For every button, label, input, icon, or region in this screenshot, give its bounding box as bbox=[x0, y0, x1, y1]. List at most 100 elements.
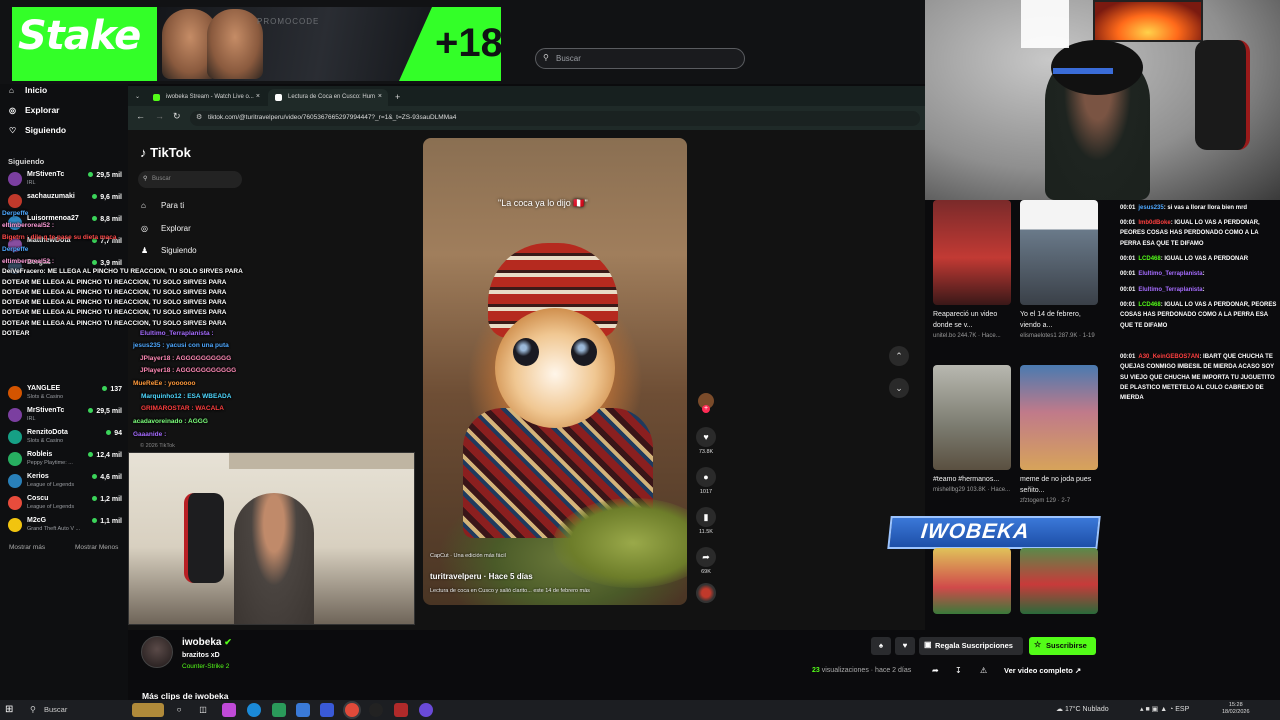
taskbar-weather[interactable]: ☁ 17°C Nublado bbox=[1056, 705, 1109, 713]
nav-explorar[interactable]: ◎ Explorar bbox=[9, 105, 60, 115]
tab-list-chevron-icon[interactable]: ⌄ bbox=[132, 89, 144, 106]
reload-icon[interactable]: ↻ bbox=[173, 111, 181, 122]
taskbar-edge-icon[interactable] bbox=[247, 703, 261, 717]
taskbar-discord-icon[interactable] bbox=[419, 703, 433, 717]
channel-avatar bbox=[8, 408, 22, 422]
chat-username[interactable]: A30_KeinGEBOS7AN bbox=[1138, 354, 1199, 360]
tiktok-search-placeholder: Buscar bbox=[152, 176, 171, 182]
close-tab-icon[interactable]: × bbox=[378, 93, 382, 100]
full-video-link[interactable]: Ver video completo ↗ bbox=[1004, 666, 1081, 675]
comment-action[interactable]: ● 1017 bbox=[695, 467, 717, 495]
taskbar-chrome-icon[interactable] bbox=[345, 703, 359, 717]
taskbar-task-view-icon[interactable]: ◫ bbox=[196, 703, 210, 717]
notification-bell-icon[interactable]: ♠ bbox=[871, 637, 891, 655]
taskbar-widget-image[interactable] bbox=[132, 703, 164, 717]
chat-username[interactable]: LCD468 bbox=[1138, 256, 1160, 262]
channel-avatar bbox=[8, 172, 22, 186]
chat-username[interactable]: LCD468 bbox=[1138, 302, 1160, 308]
sound-disc[interactable] bbox=[695, 583, 717, 603]
gift-subscriptions-button[interactable]: ▣ Regala Suscripciones bbox=[919, 637, 1023, 655]
related-thumbnail bbox=[1020, 200, 1098, 305]
forward-arrow-icon[interactable]: → bbox=[155, 111, 164, 121]
like-action[interactable]: ♥ 73.8K bbox=[695, 427, 717, 455]
taskbar-clock[interactable]: 15:28 18/02/2026 bbox=[1222, 702, 1250, 716]
heart-icon: ♡ bbox=[9, 126, 17, 135]
tiktok-logo[interactable]: ♪ TikTok bbox=[140, 145, 191, 160]
chat-username[interactable]: jesus235 bbox=[1138, 205, 1163, 211]
share-action[interactable]: ➦ 69K bbox=[695, 547, 717, 575]
close-tab-icon[interactable]: × bbox=[256, 93, 260, 100]
following-channel[interactable]: sachauzumaki 9,6 mil bbox=[8, 192, 122, 212]
streamer-avatar[interactable] bbox=[141, 636, 173, 668]
share-icon[interactable]: ➦ bbox=[932, 666, 939, 675]
channel-viewers: 1,2 mil bbox=[92, 496, 122, 503]
overlay-chat-message: Derpeffe bbox=[2, 246, 29, 253]
related-video-card[interactable]: meme de no joda pues señito... zfztogem … bbox=[1020, 365, 1098, 504]
chat-username[interactable]: Elultimo_Terraplanista bbox=[1138, 271, 1202, 277]
taskbar-search[interactable]: ⚲ Buscar bbox=[22, 702, 130, 718]
author-avatar-follow[interactable]: + bbox=[695, 393, 717, 413]
system-tray[interactable]: ▴ ■ ▣ ▲ ◔ ESP bbox=[1140, 705, 1189, 713]
taskbar-app-icon[interactable] bbox=[320, 703, 334, 717]
related-video-card[interactable]: #teamo #hermanos... mishellbg29 103.8K ·… bbox=[933, 365, 1011, 493]
following-channel[interactable]: Kerios League of Legends 4,6 mil bbox=[8, 472, 122, 492]
taskbar-app-icon[interactable] bbox=[222, 703, 236, 717]
report-warning-icon[interactable]: ⚠ bbox=[980, 666, 987, 675]
tab-kick[interactable]: iwobeka Stream - Watch Live o... × bbox=[146, 89, 266, 106]
subscribe-button[interactable]: ☆ Suscribirse bbox=[1029, 637, 1096, 655]
stake-ad-banner[interactable]: Stake PROMOCODE +18 bbox=[12, 7, 501, 81]
following-channel[interactable]: Coscu League of Legends 1,2 mil bbox=[8, 494, 122, 514]
search-input[interactable]: ⚲ Buscar bbox=[535, 48, 745, 69]
nav-label: Siguiendo bbox=[25, 125, 67, 135]
taskbar-store-icon[interactable] bbox=[296, 703, 310, 717]
following-channel[interactable]: M2cG Grand Theft Auto V ... 1,1 mil bbox=[8, 516, 122, 536]
related-video-card[interactable]: Reapareció un video donde se v... unitel… bbox=[933, 200, 1011, 339]
tab-tiktok[interactable]: Lectura de Coca en Cusco: Hum × bbox=[268, 89, 388, 106]
overlay-chat-message: JPlayer18 : AGGGGGGGGGGG bbox=[140, 367, 237, 374]
stream-category[interactable]: Counter-Strike 2 bbox=[182, 663, 229, 670]
star-icon: ☆ bbox=[1034, 640, 1042, 649]
chat-username[interactable]: Elultimo_Terraplanista bbox=[1138, 287, 1202, 293]
address-bar[interactable]: ⚙ tiktok.com/@turitravelperu/video/76053… bbox=[190, 111, 920, 126]
streamer-name[interactable]: iwobeka ✔ bbox=[182, 637, 232, 648]
chat-message: 00:01 Elultimo_Terraplanista: bbox=[1120, 269, 1280, 279]
address-url: tiktok.com/@turitravelperu/video/7605367… bbox=[208, 114, 457, 121]
following-channel[interactable]: MrStivenTc IRL 29,5 mil bbox=[8, 170, 122, 190]
new-tab-plus-icon[interactable]: + bbox=[392, 89, 406, 106]
taskbar-app-icon[interactable] bbox=[394, 703, 408, 717]
back-arrow-icon[interactable]: ← bbox=[136, 111, 145, 121]
video-capcut-credit[interactable]: CapCut · Una edición más fácil bbox=[430, 553, 506, 559]
next-video-chevron-down-icon[interactable]: ⌄ bbox=[889, 378, 909, 398]
windows-start-icon[interactable]: ⊞ bbox=[5, 704, 13, 715]
follow-plus-icon[interactable]: + bbox=[702, 405, 710, 413]
clock-date: 18/02/2026 bbox=[1222, 709, 1250, 715]
show-more-link[interactable]: Mostrar más bbox=[9, 544, 45, 551]
follow-heart-icon[interactable]: ♥ bbox=[895, 637, 915, 655]
overlay-chat-message: Elultimo_Terraplanista : bbox=[140, 330, 214, 337]
related-video-card[interactable]: Yo el 14 de febrero, viendo a... elismae… bbox=[1020, 200, 1098, 339]
chat-username[interactable]: Imb0dBoke bbox=[1138, 220, 1170, 226]
taskbar-app-icon[interactable] bbox=[272, 703, 286, 717]
taskbar-obs-icon[interactable] bbox=[369, 703, 383, 717]
following-channel[interactable]: RenzitoDota Slots & Casino 94 bbox=[8, 428, 122, 448]
save-action[interactable]: ▮ 11.5K bbox=[695, 507, 717, 535]
show-less-link[interactable]: Mostrar Menos bbox=[75, 544, 118, 551]
nav-label: Explorar bbox=[25, 105, 60, 115]
site-info-icon[interactable]: ⚙ bbox=[196, 113, 202, 121]
download-icon[interactable]: ↧ bbox=[955, 666, 962, 675]
following-channel[interactable]: YANGLEE Slots & Casino 137 bbox=[8, 384, 122, 404]
following-channel[interactable]: MrStivenTc IRL 29,5 mil bbox=[8, 406, 122, 426]
tiktok-search-input[interactable]: ⚲ Buscar bbox=[138, 171, 242, 188]
taskbar-cortana-icon[interactable]: ○ bbox=[172, 703, 186, 717]
nav-siguiendo[interactable]: ♡ Siguiendo bbox=[9, 125, 66, 135]
video-description[interactable]: Lectura de coca en Cusco y salió clarito… bbox=[430, 588, 590, 594]
chat-message: 00:01 jesus235: si vas a llorar llora bie… bbox=[1120, 203, 1280, 213]
taskbar-search-label: Buscar bbox=[44, 705, 68, 714]
related-meta: elismaelotes1 287.9K · 1-19 bbox=[1020, 333, 1095, 339]
following-channel[interactable]: Robleis Peppy Playtime: ... 12,4 mil bbox=[8, 450, 122, 470]
nav-inicio[interactable]: ⌂ Inicio bbox=[9, 85, 47, 95]
overlay-chat-message: DOTEAR ME LLEGA AL PINCHO TU REACCION, T… bbox=[2, 279, 227, 286]
video-author[interactable]: turitravelperu · Hace 5 días bbox=[430, 572, 533, 581]
overlay-chat-message: DOTEAR ME LLEGA AL PINCHO TU REACCION, T… bbox=[2, 320, 227, 327]
previous-video-chevron-up-icon[interactable]: ⌃ bbox=[889, 346, 909, 366]
